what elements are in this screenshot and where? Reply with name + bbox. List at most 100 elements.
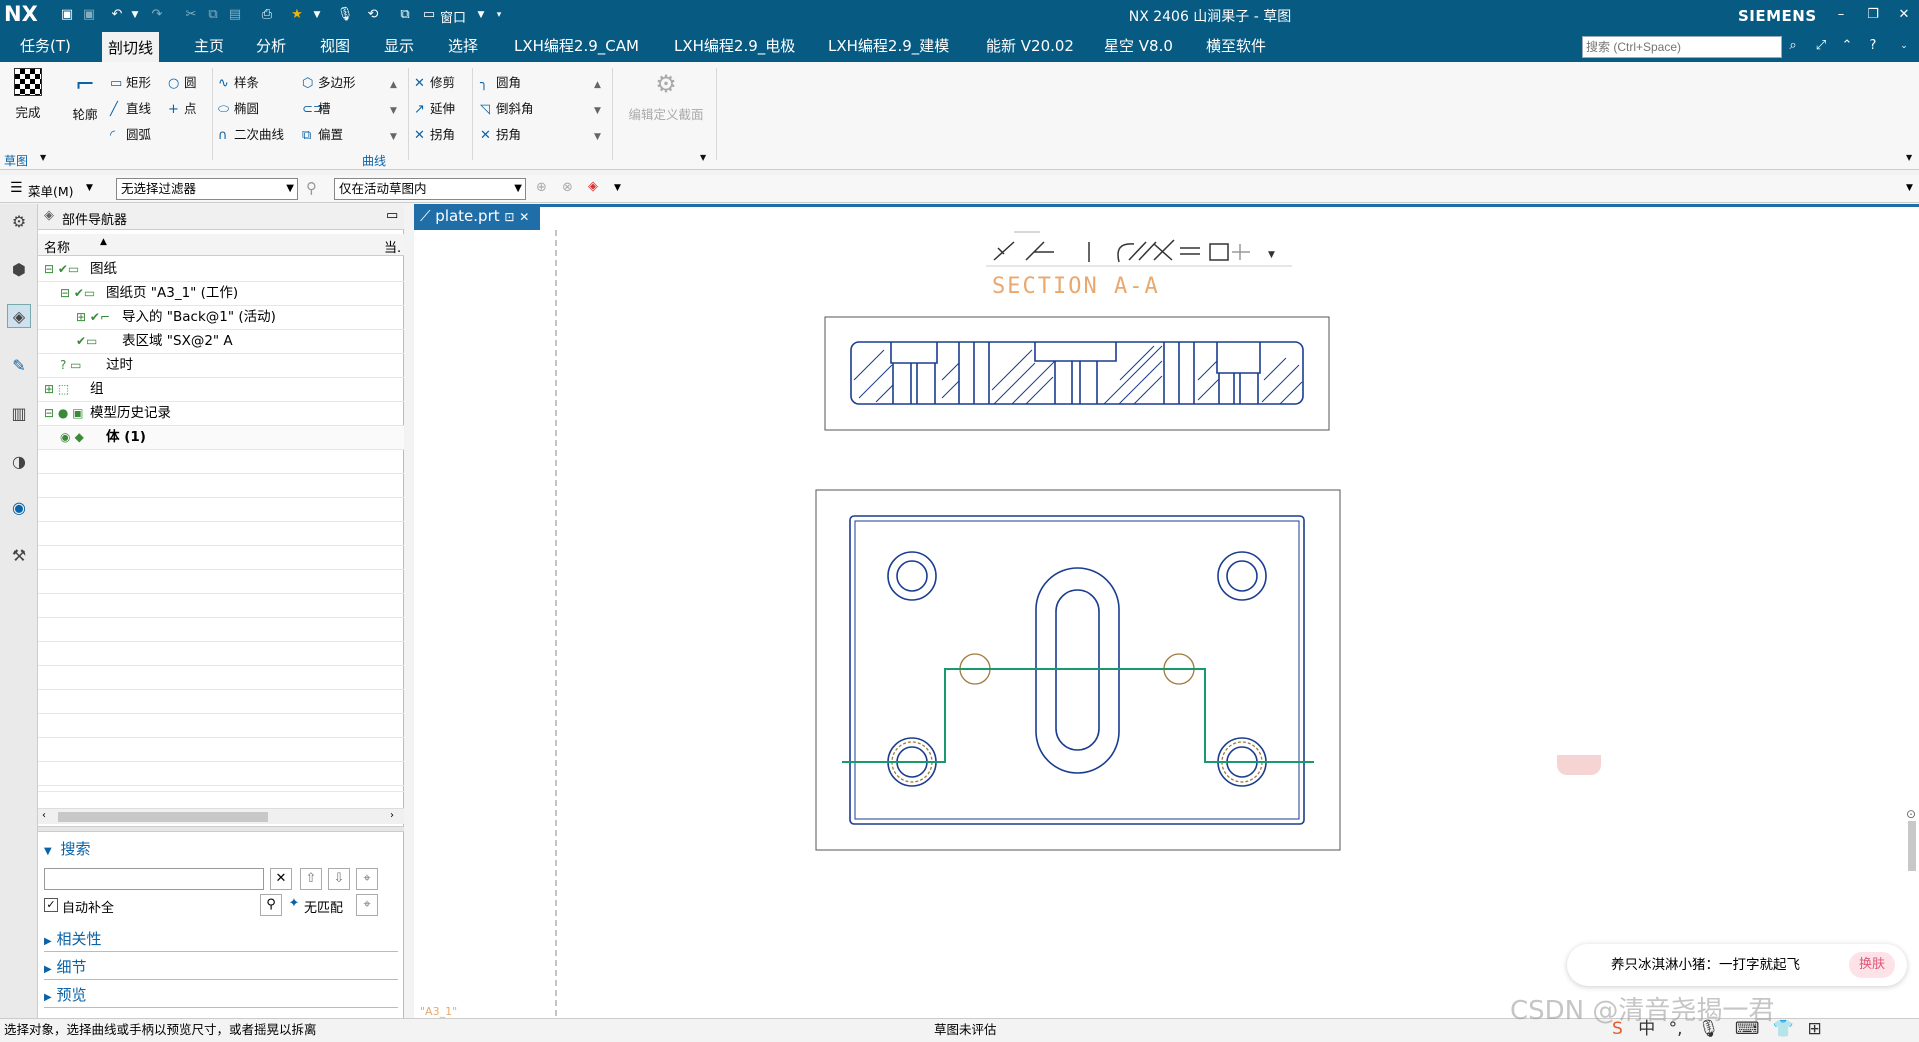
extend-button[interactable]: ↗ 延伸 xyxy=(414,98,455,117)
maximize-panel-icon[interactable]: ▭ xyxy=(386,208,398,223)
punctuation-icon[interactable]: °, xyxy=(1669,1019,1683,1039)
scroll-right-icon[interactable]: › xyxy=(390,810,394,821)
chevron-down-icon[interactable]: ▼ xyxy=(614,183,621,193)
circle-button[interactable]: ○ 圆 xyxy=(168,72,197,91)
tools-icon[interactable]: ⚒ xyxy=(7,544,31,568)
chevron-down-icon[interactable]: ▼ xyxy=(86,183,93,193)
chamfer-button[interactable]: ◹ 倒斜角 xyxy=(480,98,534,117)
search-up-icon[interactable]: ⇧ xyxy=(300,868,322,890)
name-column-header[interactable]: 名称 xyxy=(44,237,70,256)
tab-view[interactable]: 视图 xyxy=(314,30,356,62)
sogou-logo-icon[interactable]: S xyxy=(1612,1019,1623,1039)
fillet-button[interactable]: ╮ 圆角 xyxy=(480,72,521,91)
command-search-input[interactable] xyxy=(1582,36,1782,58)
reuse-library-icon[interactable]: ▥ xyxy=(7,402,31,426)
tab-nengxin[interactable]: 能新 V20.02 xyxy=(980,30,1080,62)
collapse-ribbon-icon[interactable]: ⌃ xyxy=(1838,37,1856,55)
help-icon[interactable]: ? xyxy=(1864,37,1882,55)
chinese-mode-icon[interactable]: 中 xyxy=(1638,1019,1655,1039)
filter-icon[interactable]: ⚲ xyxy=(306,179,317,197)
vertical-scrollbar[interactable] xyxy=(1908,821,1916,871)
search-options-icon[interactable]: ⚲ xyxy=(260,894,282,916)
document-tab[interactable]: ⟋ plate.prt ⊡ ✕ xyxy=(414,204,540,230)
snap-icon[interactable]: ⊕ xyxy=(536,180,547,195)
assembly-navigator-icon[interactable]: ⬢ xyxy=(7,258,31,282)
crosshair-icon[interactable]: ⌖ xyxy=(356,894,378,916)
tree-node-icon[interactable]: ? ▭ xyxy=(60,354,82,377)
change-skin-button[interactable]: 换肤 xyxy=(1848,952,1895,978)
tab-home[interactable]: 主页 xyxy=(188,30,230,62)
filter-sparkle-icon[interactable]: ✦ xyxy=(284,894,304,916)
rectangle-button[interactable]: ▭ 矩形 xyxy=(110,72,151,91)
scroll-left-icon[interactable]: ‹ xyxy=(42,810,46,821)
tab-hengzhi[interactable]: 横至软件 xyxy=(1200,30,1272,62)
skin-icon[interactable]: 👕 xyxy=(1773,1019,1794,1039)
toolbox-icon[interactable]: ⊞ xyxy=(1807,1019,1821,1039)
navigator-row[interactable]: ✔▭ 表区域 "SX@2" A xyxy=(38,330,404,354)
select-icon[interactable]: ⊗ xyxy=(562,180,573,195)
tab-lxh-modeling[interactable]: LXH编程2.9_建模 xyxy=(822,30,955,62)
corner-button[interactable]: ✕ 拐角 xyxy=(414,124,455,143)
clear-search-icon[interactable]: ✕ xyxy=(270,868,292,890)
navigator-row[interactable]: ? ▭ 过时 xyxy=(38,354,404,378)
horizontal-scrollbar[interactable]: ‹ › xyxy=(38,808,404,824)
restore-icon[interactable]: ❐ xyxy=(1864,6,1882,24)
keyboard-icon[interactable]: ⌨ xyxy=(1735,1019,1760,1039)
type-filter-select[interactable]: 无选择过滤器 ▼ xyxy=(116,178,298,200)
offset-button[interactable]: ⧉ 偏置 xyxy=(302,124,343,143)
close-icon[interactable]: ✕ xyxy=(1895,6,1913,24)
settings-icon[interactable]: ⚙ xyxy=(7,210,31,234)
navigator-row[interactable]: ⊞ ✔⌐ 导入的 "Back@1" (活动) xyxy=(38,306,404,330)
tree-node-icon[interactable]: ◉ ◆ xyxy=(60,426,84,449)
edit-section-button[interactable]: ⚙ 编辑定义截面 xyxy=(618,70,714,123)
trim-button[interactable]: ✕ 修剪 xyxy=(414,72,455,91)
navigator-row[interactable]: ⊟ ✔▭ 图纸页 "A3_1" (工作) xyxy=(38,282,404,306)
search-section-header[interactable]: ▼ 搜索 xyxy=(44,838,91,859)
polygon-button[interactable]: ⬡ 多边形 xyxy=(302,72,356,91)
details-section[interactable]: ▶ 细节 xyxy=(44,956,398,980)
group-label-sketch[interactable]: 草图 xyxy=(4,152,28,169)
chevron-down-icon[interactable]: ▼ xyxy=(700,153,706,162)
navigator-row[interactable]: ⊟ ✔▭ 图纸 xyxy=(38,258,404,282)
relevance-section[interactable]: ▶ 相关性 xyxy=(44,928,398,952)
navigator-row[interactable]: ◉ ◆ 体 (1) xyxy=(38,426,404,450)
pin-icon[interactable]: ⊡ xyxy=(504,210,514,224)
web-browser-icon[interactable]: ◉ xyxy=(7,496,31,520)
tab-lxh-cam[interactable]: LXH编程2.9_CAM xyxy=(508,30,645,62)
point-button[interactable]: + 点 xyxy=(168,98,197,117)
tree-node-icon[interactable]: ⊞ ⬚ xyxy=(44,378,69,401)
spline-button[interactable]: ∿ 样条 xyxy=(218,72,259,91)
sort-up-icon[interactable]: ▲ xyxy=(100,237,107,247)
navigator-row[interactable]: ⊞ ⬚ 组 xyxy=(38,378,404,402)
main-menu-button[interactable]: 菜单(M) xyxy=(28,181,74,200)
profile-button[interactable]: ⌐ 轮廓 xyxy=(68,70,102,123)
gallery-scroll[interactable]: ▲ ▼ ▼ xyxy=(390,72,397,150)
group-label-curve[interactable]: 曲线 xyxy=(362,152,386,169)
tab-task[interactable]: 任务(T) xyxy=(14,30,77,62)
conic-button[interactable]: ∩ 二次曲线 xyxy=(218,124,284,143)
vertical-scroll-icon[interactable]: ⊙ xyxy=(1906,807,1916,821)
crosshair-icon[interactable]: ⌖ xyxy=(356,868,378,890)
chevron-down-icon[interactable]: ▼ xyxy=(1906,183,1913,193)
line-button[interactable]: ╱ 直线 xyxy=(110,98,151,117)
drafting-icon[interactable]: ✎ xyxy=(7,354,31,378)
tree-node-icon[interactable]: ⊞ ✔⌐ xyxy=(76,306,110,329)
slot-button[interactable]: ⊂⊃槽 xyxy=(302,98,331,117)
tab-display[interactable]: 显示 xyxy=(378,30,420,62)
graphics-window[interactable]: ⟋ plate.prt ⊡ ✕ ▼ SECTION A-A "A3_1" ⊙ xyxy=(414,204,1919,1018)
navigator-row[interactable]: ⊟ ● ▣ 模型历史记录 xyxy=(38,402,404,426)
search-icon[interactable]: ⌕ xyxy=(1784,37,1802,55)
auto-complete-checkbox[interactable]: ✓ xyxy=(44,898,58,912)
scope-select[interactable]: 仅在活动草图内 ▼ xyxy=(334,178,526,200)
chevron-down-icon[interactable]: ⌄ xyxy=(1895,37,1913,55)
tree-node-icon[interactable]: ✔▭ xyxy=(76,330,97,353)
make-corner-button[interactable]: ✕ 拐角 xyxy=(480,124,521,143)
tab-lxh-electrode[interactable]: LXH编程2.9_电极 xyxy=(668,30,801,62)
minimize-icon[interactable]: – xyxy=(1832,6,1850,24)
gallery-scroll-2[interactable]: ▲ ▼ ▼ xyxy=(594,72,601,150)
tree-node-icon[interactable]: ⊟ ✔▭ xyxy=(44,258,79,281)
tab-analysis[interactable]: 分析 xyxy=(250,30,292,62)
search-down-icon[interactable]: ⇩ xyxy=(328,868,350,890)
tab-section-line[interactable]: 剖切线 xyxy=(102,30,160,62)
tree-node-icon[interactable]: ⊟ ● ▣ xyxy=(44,402,84,425)
